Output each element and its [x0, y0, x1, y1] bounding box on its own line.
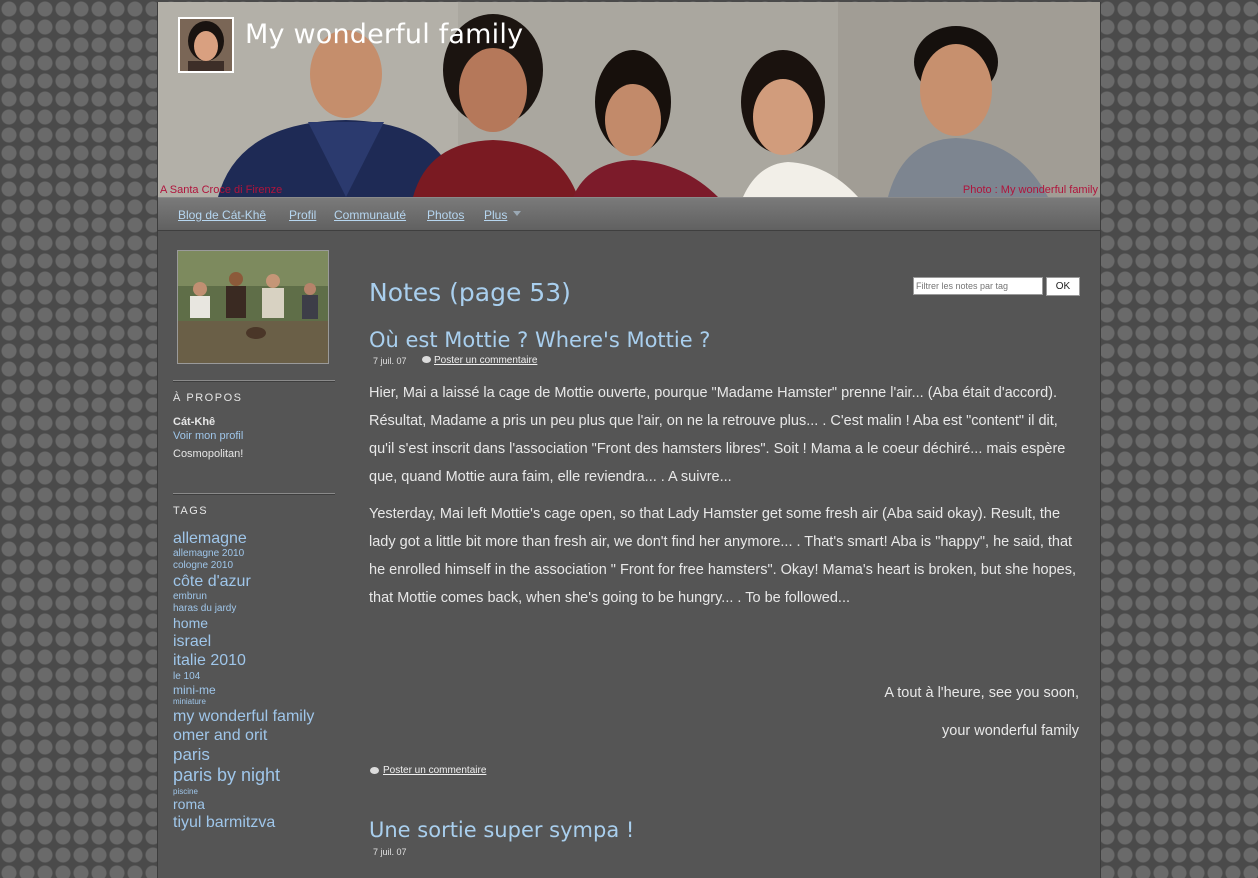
tag-link[interactable]: le 104	[173, 671, 343, 683]
tag-link[interactable]: haras du jardy	[173, 603, 343, 615]
tag-link[interactable]: miniature	[173, 697, 343, 707]
tag-link[interactable]: allemagne 2010	[173, 548, 343, 560]
nav-item-profil[interactable]: Profil	[289, 208, 316, 222]
photo-caption-right: Photo : My wonderful family	[962, 184, 1098, 196]
tag-link[interactable]: paris	[173, 745, 343, 765]
tag-link[interactable]: mini-me	[173, 683, 343, 697]
header-banner: My wonderful family A Santa Croce di Fir…	[158, 2, 1100, 197]
tag-link[interactable]: cologne 2010	[173, 560, 343, 572]
tag-link[interactable]: embrun	[173, 591, 343, 603]
view-profile-link[interactable]: Voir mon profil	[173, 430, 243, 442]
tag-link[interactable]: my wonderful family	[173, 707, 343, 726]
about-name: Cát-Khê	[173, 416, 216, 428]
tag-link[interactable]: italie 2010	[173, 651, 343, 670]
post-date: 7 juil. 07	[373, 356, 407, 366]
tag-link[interactable]: roma	[173, 796, 343, 813]
tag-link[interactable]: home	[173, 615, 343, 632]
sidebar-divider	[173, 493, 335, 495]
page-container: My wonderful family A Santa Croce di Fir…	[157, 2, 1101, 878]
post-comment-link[interactable]: Poster un commentaire	[434, 355, 537, 366]
sidebar-photo[interactable]	[177, 250, 329, 364]
site-title[interactable]: My wonderful family	[245, 19, 523, 50]
tags-heading: TAGS	[173, 505, 209, 517]
nav-bar: Blog de Cát-Khê Profil Communauté Photos…	[158, 197, 1100, 231]
post-date: 7 juil. 07	[373, 847, 407, 857]
tag-link[interactable]: tiyul barmitzva	[173, 813, 343, 832]
filter-ok-button[interactable]: OK	[1046, 277, 1080, 296]
post-title[interactable]: Une sortie super sympa !	[369, 818, 634, 842]
tag-link[interactable]: israel	[173, 632, 343, 651]
tag-filter-input[interactable]	[913, 277, 1043, 295]
post-title[interactable]: Où est Mottie ? Where's Mottie ?	[369, 328, 710, 352]
post-comment-link-bottom[interactable]: Poster un commentaire	[383, 765, 486, 776]
comment-bubble-icon	[370, 767, 379, 774]
photo-caption-left: A Santa Croce di Firenze	[160, 184, 283, 196]
chevron-down-icon[interactable]	[513, 211, 521, 216]
nav-item-communaute[interactable]: Communauté	[334, 208, 406, 222]
comment-bubble-icon	[422, 356, 431, 363]
post-body-french: Hier, Mai a laissé la cage de Mottie ouv…	[369, 385, 1066, 485]
tag-link[interactable]: piscine	[173, 787, 343, 797]
about-heading: À PROPOS	[173, 392, 243, 404]
tag-link[interactable]: paris by night	[173, 765, 343, 787]
tag-link[interactable]: omer and orit	[173, 726, 343, 745]
about-description: Cosmopolitan!	[173, 448, 244, 460]
tag-link[interactable]: allemagne	[173, 529, 343, 548]
nav-item-photos[interactable]: Photos	[427, 208, 464, 222]
nav-item-blog[interactable]: Blog de Cát-Khê	[178, 208, 266, 222]
nav-item-plus[interactable]: Plus	[484, 208, 507, 222]
post-signoff: A tout à l'heure, see you soon,	[884, 685, 1079, 701]
page-title: Notes (page 53)	[369, 278, 571, 307]
tag-cloud: allemagne allemagne 2010 cologne 2010 cô…	[173, 529, 343, 832]
post-signature: your wonderful family	[942, 723, 1079, 739]
sidebar-divider	[173, 380, 335, 382]
post-body-english: Yesterday, Mai left Mottie's cage open, …	[369, 506, 1076, 606]
avatar[interactable]	[178, 17, 234, 73]
tag-link[interactable]: côte d'azur	[173, 572, 343, 591]
